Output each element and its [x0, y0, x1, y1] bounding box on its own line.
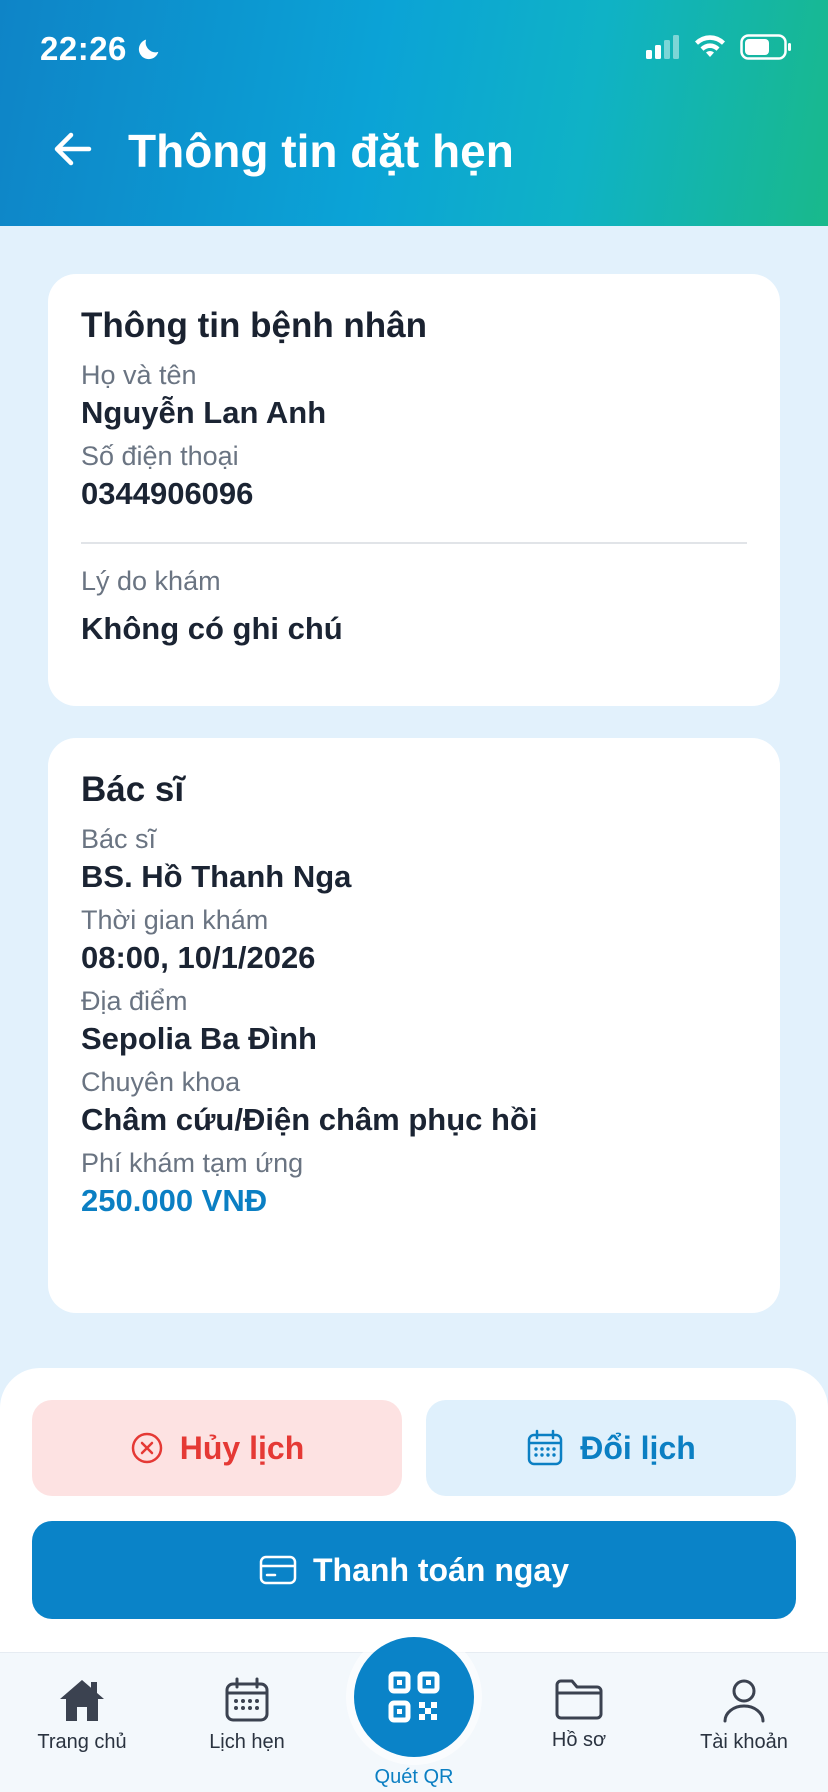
tab-account-label: Tài khoản — [700, 1731, 788, 1753]
appointment-time-value: 08:00, 10/1/2026 — [81, 940, 316, 975]
credit-card-icon — [259, 1555, 297, 1585]
location-value: Sepolia Ba Đình — [81, 1021, 317, 1056]
divider — [81, 542, 747, 544]
patient-info-card: Thông tin bệnh nhân Họ và tên Nguyễn Lan… — [48, 274, 780, 706]
screen: 22:26 Thông tin đặt hẹn Thông tin bệnh n… — [0, 0, 828, 1792]
calendar-icon — [225, 1677, 269, 1722]
close-circle-icon — [131, 1432, 163, 1464]
tab-account[interactable]: Tài khoản — [669, 1677, 819, 1754]
visit-reason-label: Lý do khám — [81, 566, 221, 596]
patient-name-value: Nguyễn Lan Anh — [81, 395, 327, 430]
deposit-fee-value: 250.000 VNĐ — [81, 1183, 268, 1218]
status-bar-time: 22:26 — [40, 30, 163, 68]
specialty-value: Châm cứu/Điện châm phục hồi — [81, 1102, 538, 1137]
reschedule-button[interactable]: Đổi lịch — [426, 1400, 796, 1496]
pay-now-button[interactable]: Thanh toán ngay — [32, 1521, 796, 1619]
battery-icon — [740, 34, 791, 60]
wifi-icon — [695, 35, 725, 57]
qr-code-icon — [388, 1671, 440, 1723]
home-icon — [60, 1680, 104, 1721]
patient-card-heading: Thông tin bệnh nhân — [81, 306, 428, 345]
tab-scan-qr-label: Quét QR — [374, 1766, 454, 1788]
patient-phone-value: 0344906096 — [81, 476, 254, 511]
arrow-left-icon — [54, 132, 92, 166]
specialty-label: Chuyên khoa — [81, 1067, 241, 1097]
signal-icon — [646, 35, 679, 59]
pay-now-label: Thanh toán ngay — [313, 1551, 569, 1588]
tab-records[interactable]: Hồ sơ — [504, 1677, 654, 1752]
calendar-icon — [527, 1429, 563, 1466]
header: 22:26 Thông tin đặt hẹn — [0, 0, 828, 226]
tab-appointments-label: Lịch hẹn — [209, 1731, 285, 1753]
visit-reason-value: Không có ghi chú — [81, 611, 343, 646]
moon-icon — [138, 39, 159, 60]
tab-home-label: Trang chủ — [37, 1731, 127, 1753]
back-button[interactable] — [48, 124, 98, 174]
tab-records-label: Hồ sơ — [551, 1729, 607, 1751]
tab-appointments[interactable]: Lịch hẹn — [172, 1677, 322, 1754]
user-icon — [723, 1679, 765, 1723]
location-label: Địa điểm — [81, 986, 188, 1016]
status-icons — [646, 34, 792, 60]
tab-home[interactable]: Trang chủ — [7, 1677, 157, 1754]
cancel-appointment-label: Hủy lịch — [179, 1429, 305, 1466]
cancel-appointment-button[interactable]: Hủy lịch — [32, 1400, 402, 1496]
doctor-name-value: BS. Hồ Thanh Nga — [81, 859, 352, 894]
reschedule-label: Đổi lịch — [580, 1429, 696, 1466]
scan-qr-button[interactable] — [354, 1637, 474, 1757]
patient-name-label: Họ và tên — [81, 360, 197, 390]
doctor-info-card: Bác sĩ Bác sĩ BS. Hồ Thanh Nga Thời gian… — [48, 738, 780, 1313]
status-time-text: 22:26 — [40, 30, 127, 67]
appointment-time-label: Thời gian khám — [81, 905, 269, 935]
doctor-card-heading: Bác sĩ — [81, 770, 185, 809]
action-sheet: Hủy lịch Đổi lịch Thanh toán ngay — [0, 1368, 828, 1658]
folder-icon — [555, 1679, 603, 1720]
patient-phone-label: Số điện thoại — [81, 441, 239, 471]
page-title: Thông tin đặt hẹn — [128, 125, 514, 177]
deposit-fee-label: Phí khám tạm ứng — [81, 1148, 304, 1178]
doctor-name-label: Bác sĩ — [81, 824, 157, 854]
